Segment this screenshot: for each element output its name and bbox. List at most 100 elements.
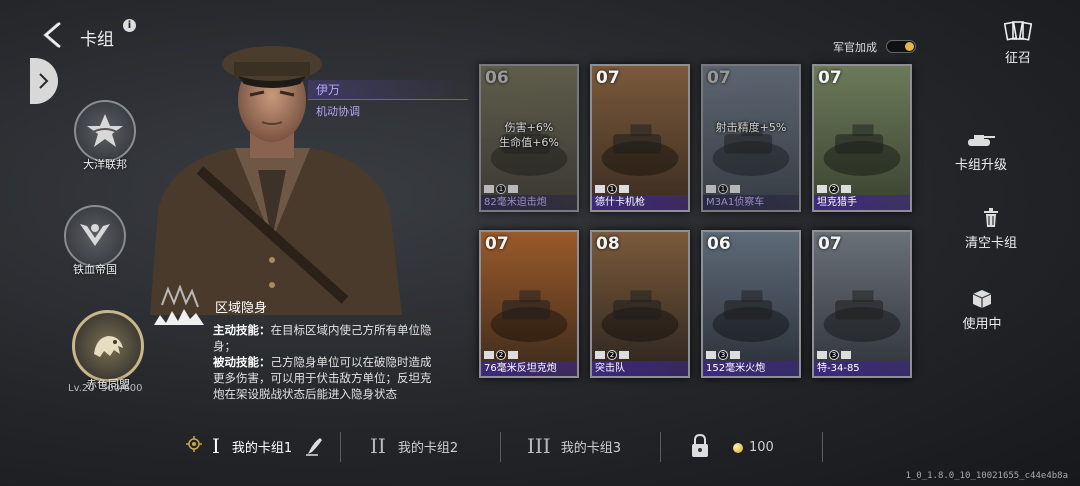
level-text: Lv.20 <box>68 383 95 394</box>
card-cost: 07 <box>596 68 620 88</box>
tank-upgrade-icon <box>941 128 1021 152</box>
iron-eagle-icon <box>64 205 126 267</box>
card-buff: 射击精度+5% <box>715 121 787 134</box>
officer-bonus-toggle[interactable] <box>886 40 916 53</box>
card-name: 德什卡机枪 <box>592 195 688 210</box>
faction-red-alliance[interactable]: 赤色同盟 <box>72 310 144 392</box>
card-name: 152毫米火炮 <box>703 361 799 376</box>
star-eagle-icon <box>74 100 136 162</box>
divider <box>660 432 661 462</box>
officer-name: 伊万 <box>316 83 341 97</box>
clear-deck-button[interactable]: 清空卡组 <box>951 206 1031 251</box>
card-name: 82毫米迫击炮 <box>481 195 577 210</box>
card-count: 3 <box>718 350 728 360</box>
card-name: 突击队 <box>592 361 688 376</box>
deck-upgrade-button[interactable]: 卡组升级 <box>941 128 1021 173</box>
coin-icon <box>733 442 743 453</box>
unit-card[interactable]: 07 2 76毫米反坦克炮 <box>479 230 579 378</box>
stealth-skill-icon <box>148 284 212 331</box>
unit-card[interactable]: 07 3 特-34-85 <box>812 230 912 378</box>
card-cost: 07 <box>818 68 842 88</box>
version-string: 1_0_1.8.0_10_10021655_c44e4b8a <box>905 471 1068 481</box>
bear-icon <box>72 310 144 382</box>
unit-card[interactable]: 06 3 152毫米火炮 <box>701 230 801 378</box>
expand-panel-button[interactable] <box>30 58 58 104</box>
faction-label: 铁血帝国 <box>73 263 117 276</box>
unit-card[interactable]: 07 射击精度+5% 1 M3A1侦察车 <box>701 64 801 212</box>
card-count: 2 <box>829 184 839 194</box>
level-progress: 500/600 <box>100 383 143 394</box>
deck-tab-numeral: II <box>370 434 386 458</box>
divider <box>340 432 341 462</box>
unit-type-icon <box>484 351 494 359</box>
card-name: M3A1侦察车 <box>703 195 799 210</box>
deck-upgrade-label: 卡组升级 <box>954 158 1007 173</box>
in-use-label: 使用中 <box>962 317 1002 332</box>
clear-deck-label: 清空卡组 <box>964 236 1017 251</box>
card-buff: 生命值+6% <box>499 136 559 149</box>
deck-tab-1[interactable]: I 我的卡组1 <box>212 434 324 458</box>
recruit-button[interactable]: 征召 <box>998 20 1038 66</box>
card-count: 1 <box>496 184 506 194</box>
unit-type-icon <box>595 185 605 193</box>
card-meta: 1 <box>706 184 740 194</box>
unit-type-icon <box>595 351 605 359</box>
officer-bonus-label: 军官加成 <box>833 41 877 54</box>
card-count: 3 <box>829 350 839 360</box>
trash-icon <box>951 206 1031 230</box>
faction-oceanic-federation[interactable]: 大洋联邦 <box>72 100 138 172</box>
unit-type-icon <box>817 185 827 193</box>
card-meta: 1 <box>484 184 518 194</box>
unit-card[interactable]: 07 2 坦克猎手 <box>812 64 912 212</box>
card-meta: 2 <box>595 350 629 360</box>
flag-icon <box>730 185 740 193</box>
skill-title: 区域隐身 <box>215 301 268 316</box>
card-count: 1 <box>607 184 617 194</box>
lock-icon <box>692 433 708 457</box>
faction-iron-empire[interactable]: 铁血帝国 <box>62 205 128 277</box>
card-meta: 1 <box>595 184 629 194</box>
card-meta: 2 <box>817 184 851 194</box>
card-cost: 07 <box>485 234 509 254</box>
back-arrow-icon <box>43 22 61 48</box>
flag-icon <box>730 351 740 359</box>
currency-amount: 100 <box>749 440 774 455</box>
flag-icon <box>508 185 518 193</box>
card-meta: 2 <box>484 350 518 360</box>
info-icon[interactable]: i <box>123 19 136 32</box>
card-buff: 伤害+6% <box>504 121 554 134</box>
card-meta: 3 <box>706 350 740 360</box>
divider <box>822 432 823 462</box>
card-name: 76毫米反坦克炮 <box>481 361 577 376</box>
faction-label: 大洋联邦 <box>83 158 127 171</box>
deck-tab-numeral: I <box>212 434 220 458</box>
unit-card[interactable]: 08 2 突击队 <box>590 230 690 378</box>
page-title: 卡组 <box>80 30 114 50</box>
locked-deck-slot[interactable] <box>690 433 710 462</box>
unit-card[interactable]: 07 1 德什卡机枪 <box>590 64 690 212</box>
passive-skill-label: 被动技能： <box>213 355 271 369</box>
card-cost: 07 <box>818 234 842 254</box>
unlock-cost: 100 <box>733 440 774 455</box>
box-icon <box>942 287 1022 311</box>
unit-type-icon <box>706 185 716 193</box>
deck-tab-2[interactable]: II 我的卡组2 <box>370 434 458 458</box>
unit-card[interactable]: 06 伤害+6% 生命值+6% 1 82毫米迫击炮 <box>479 64 579 212</box>
edit-quill-icon[interactable] <box>304 436 324 456</box>
deck-tab-3[interactable]: III 我的卡组3 <box>527 434 621 458</box>
deck-tab-label: 我的卡组1 <box>231 440 293 456</box>
card-count: 2 <box>607 350 617 360</box>
toggle-knob <box>905 42 914 51</box>
chevron-right-icon <box>39 73 49 89</box>
active-skill-label: 主动技能： <box>213 323 271 337</box>
card-cost: 07 <box>707 68 731 88</box>
back-button[interactable] <box>40 20 68 50</box>
flag-icon <box>619 351 629 359</box>
deck-tab-indicator-icon <box>186 436 202 456</box>
deck-tab-label: 我的卡组3 <box>560 440 621 456</box>
card-count: 2 <box>496 350 506 360</box>
skill-description: 主动技能：在目标区域内使己方所有单位隐身； 被动技能：己方隐身单位可以在破隐时造… <box>213 322 435 402</box>
card-meta: 3 <box>817 350 851 360</box>
unit-type-icon <box>817 351 827 359</box>
flag-icon <box>841 185 851 193</box>
